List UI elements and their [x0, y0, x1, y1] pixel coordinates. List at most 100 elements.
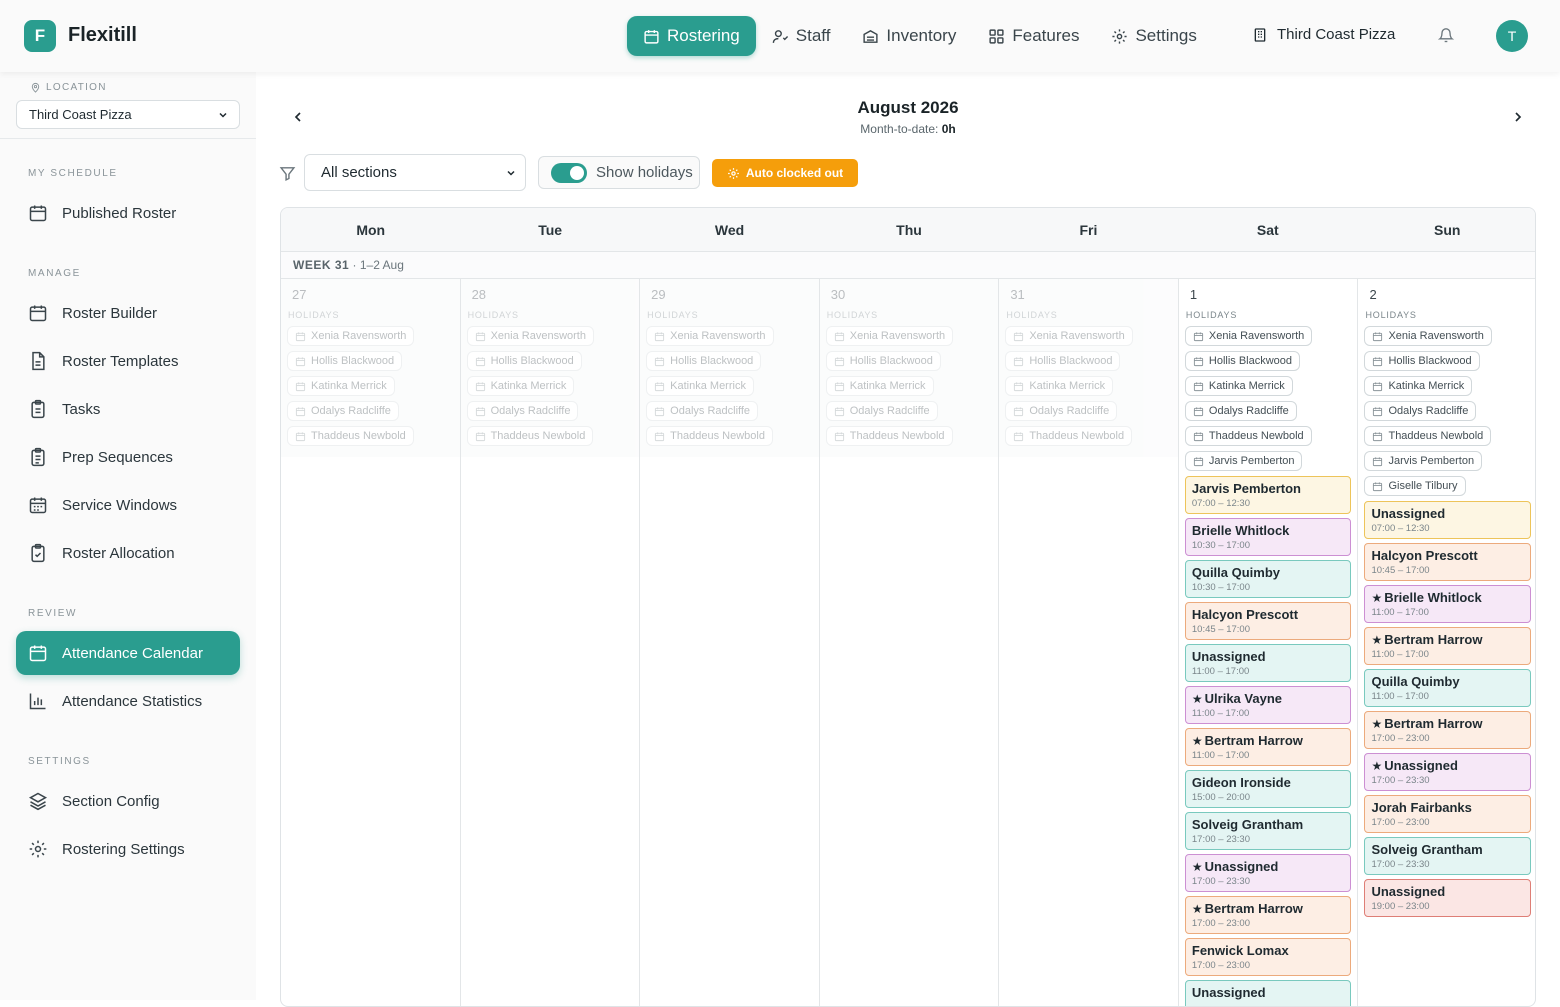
sidebar-item-prep-sequences[interactable]: Prep Sequences: [16, 435, 240, 479]
holiday-chip[interactable]: Odalys Radcliffe: [1184, 401, 1297, 421]
shift-card[interactable]: ★ Ulrika Vayne 11:00 – 17:00: [1184, 686, 1352, 724]
holiday-chip[interactable]: Thaddeus Newbold: [646, 426, 773, 446]
user-avatar[interactable]: T: [1496, 20, 1528, 52]
sidebar-item-attendance-calendar[interactable]: Attendance Calendar: [16, 631, 240, 675]
holiday-chip[interactable]: Odalys Radcliffe: [825, 401, 938, 421]
shift-card[interactable]: Jarvis Pemberton 07:00 – 12:30: [1184, 476, 1352, 514]
holiday-chip[interactable]: Hollis Blackwood: [1364, 351, 1480, 371]
holiday-chip[interactable]: Katinka Merrick: [1005, 376, 1114, 396]
holiday-chip[interactable]: Hollis Blackwood: [287, 351, 403, 371]
next-month-button[interactable]: [1510, 109, 1526, 125]
holiday-chip[interactable]: Xenia Ravensworth: [825, 326, 954, 346]
holiday-chip[interactable]: Thaddeus Newbold: [1184, 426, 1312, 446]
sidebar-item-service-windows[interactable]: Service Windows: [16, 483, 240, 527]
nav-features[interactable]: Features: [972, 16, 1095, 56]
shift-card[interactable]: Gideon Ironside 15:00 – 20:00: [1184, 770, 1352, 808]
day-cell[interactable]: 2 HOLIDAYS Xenia Ravensworth Hollis Blackwo…: [1358, 279, 1535, 1006]
sidebar-item-roster-builder[interactable]: Roster Builder: [16, 291, 240, 335]
show-holidays-toggle[interactable]: Show holidays: [538, 156, 700, 189]
toggle-switch[interactable]: [551, 162, 587, 183]
holiday-chip[interactable]: Katinka Merrick: [287, 376, 395, 396]
day-cell[interactable]: 28 HOLIDAYS Xenia Ravensworth Hollis Blackw…: [460, 279, 641, 1006]
shift-card[interactable]: ★ Brielle Whitlock 11:00 – 17:00: [1364, 585, 1532, 623]
shift-card[interactable]: Unassigned: [1184, 980, 1352, 1006]
holiday-chip[interactable]: Jarvis Pemberton: [1364, 451, 1483, 471]
sidebar-item-roster-allocation[interactable]: Roster Allocation: [16, 531, 240, 575]
nav-inventory[interactable]: Inventory: [846, 16, 972, 56]
holiday-chip[interactable]: Hollis Blackwood: [466, 351, 582, 371]
shift-card[interactable]: ★ Bertram Harrow 11:00 – 17:00: [1364, 627, 1532, 665]
shift-card[interactable]: Solveig Grantham 17:00 – 23:30: [1184, 812, 1352, 850]
holiday-chip[interactable]: Hollis Blackwood: [1184, 351, 1301, 371]
holiday-chip[interactable]: Odalys Radcliffe: [287, 401, 399, 421]
holiday-chip[interactable]: Odalys Radcliffe: [1364, 401, 1477, 421]
holiday-chip[interactable]: Odalys Radcliffe: [466, 401, 579, 421]
shift-card[interactable]: Brielle Whitlock 10:30 – 17:00: [1184, 518, 1352, 556]
shift-card[interactable]: Quilla Quimby 11:00 – 17:00: [1364, 669, 1532, 707]
holiday-chip[interactable]: Thaddeus Newbold: [466, 426, 594, 446]
day-cell[interactable]: 31 HOLIDAYS Xenia Ravensworth Hollis Blackw…: [999, 279, 1179, 1006]
shift-card[interactable]: Jorah Fairbanks 17:00 – 23:00: [1364, 795, 1532, 833]
holiday-chip[interactable]: Thaddeus Newbold: [1005, 426, 1133, 446]
shift-card[interactable]: ★ Unassigned 17:00 – 23:30: [1364, 753, 1532, 791]
weekday-fri: Fri: [1079, 222, 1098, 238]
shift-card[interactable]: Unassigned 11:00 – 17:00: [1184, 644, 1352, 682]
holiday-chip[interactable]: Katinka Merrick: [1364, 376, 1473, 396]
sidebar-item-published-roster[interactable]: Published Roster: [16, 191, 240, 235]
holiday-chip[interactable]: Hollis Blackwood: [825, 351, 941, 371]
shift-card[interactable]: Quilla Quimby 10:30 – 17:00: [1184, 560, 1352, 598]
shift-card[interactable]: ★ Bertram Harrow 11:00 – 17:00: [1184, 728, 1352, 766]
holiday-chip[interactable]: Hollis Blackwood: [1005, 351, 1121, 371]
holiday-chip[interactable]: Thaddeus Newbold: [825, 426, 953, 446]
holiday-chip[interactable]: Thaddeus Newbold: [287, 426, 414, 446]
holiday-chip[interactable]: Xenia Ravensworth: [466, 326, 594, 346]
section-heading-review: REVIEW: [28, 608, 78, 619]
sidebar-item-attendance-statistics[interactable]: Attendance Statistics: [16, 679, 240, 723]
shift-card[interactable]: Unassigned 19:00 – 23:00: [1364, 879, 1532, 917]
notifications-button[interactable]: [1438, 27, 1454, 44]
holiday-chip[interactable]: Odalys Radcliffe: [1005, 401, 1118, 421]
holiday-chip[interactable]: Jarvis Pemberton: [1184, 451, 1303, 471]
day-cell[interactable]: 1 HOLIDAYS Xenia Ravensworth Hollis Blackwo…: [1179, 279, 1359, 1006]
calendar-icon: [295, 331, 306, 341]
holiday-chip[interactable]: Katinka Merrick: [825, 376, 934, 396]
holiday-chip[interactable]: Katinka Merrick: [466, 376, 575, 396]
nav-staff[interactable]: Staff: [756, 16, 847, 56]
holiday-chip[interactable]: Xenia Ravensworth: [1005, 326, 1133, 346]
sections-select[interactable]: All sections: [304, 154, 526, 191]
shift-employee: Jorah Fairbanks: [1371, 800, 1472, 815]
sidebar-item-roster-templates[interactable]: Roster Templates: [16, 339, 240, 383]
holiday-chip[interactable]: Xenia Ravensworth: [646, 326, 774, 346]
holiday-chip[interactable]: Katinka Merrick: [1184, 376, 1293, 396]
shift-employee: Unassigned: [1371, 506, 1446, 521]
holiday-chip[interactable]: Thaddeus Newbold: [1364, 426, 1492, 446]
app-logo[interactable]: F: [24, 20, 56, 52]
holiday-chip[interactable]: Odalys Radcliffe: [646, 401, 759, 421]
nav-rostering[interactable]: Rostering: [627, 16, 756, 56]
shift-card[interactable]: Solveig Grantham 17:00 – 23:30: [1364, 837, 1532, 875]
store-switcher[interactable]: Third Coast Pizza: [1252, 26, 1395, 43]
holiday-chip[interactable]: Katinka Merrick: [646, 376, 754, 396]
sidebar-item-section-config[interactable]: Section Config: [16, 779, 240, 823]
previous-month-button[interactable]: [290, 109, 306, 125]
day-cell[interactable]: 27 HOLIDAYS Xenia Ravensworth Hollis Blackw…: [281, 279, 461, 1006]
holiday-chip[interactable]: Xenia Ravensworth: [1184, 326, 1313, 346]
location-select[interactable]: Third Coast Pizza: [16, 100, 240, 129]
shift-card[interactable]: Halcyon Prescott 10:45 – 17:00: [1364, 543, 1532, 581]
shift-card[interactable]: Unassigned 07:00 – 12:30: [1364, 501, 1532, 539]
day-cell[interactable]: 30 HOLIDAYS Xenia Ravensworth Hollis Blackw…: [819, 279, 1000, 1006]
holiday-chip[interactable]: Xenia Ravensworth: [287, 326, 415, 346]
sidebar-item-tasks[interactable]: Tasks: [16, 387, 240, 431]
nav-settings[interactable]: Settings: [1095, 16, 1212, 56]
shift-card[interactable]: ★ Bertram Harrow 17:00 – 23:00: [1184, 896, 1352, 934]
day-cell[interactable]: 29 HOLIDAYS Xenia Ravensworth Hollis Blackw…: [640, 279, 820, 1006]
shift-card[interactable]: ★ Bertram Harrow 17:00 – 23:00: [1364, 711, 1532, 749]
shift-card[interactable]: Fenwick Lomax 17:00 – 23:00: [1184, 938, 1352, 976]
shift-card[interactable]: ★ Unassigned 17:00 – 23:30: [1184, 854, 1352, 892]
auto-clocked-out-button[interactable]: Auto clocked out: [712, 159, 858, 187]
sidebar-item-rostering-settings[interactable]: Rostering Settings: [16, 827, 240, 871]
shift-card[interactable]: Halcyon Prescott 10:45 – 17:00: [1184, 602, 1352, 640]
holiday-chip[interactable]: Xenia Ravensworth: [1364, 326, 1492, 346]
holiday-chip[interactable]: Hollis Blackwood: [646, 351, 762, 371]
holiday-chip[interactable]: Giselle Tilbury: [1364, 476, 1466, 496]
